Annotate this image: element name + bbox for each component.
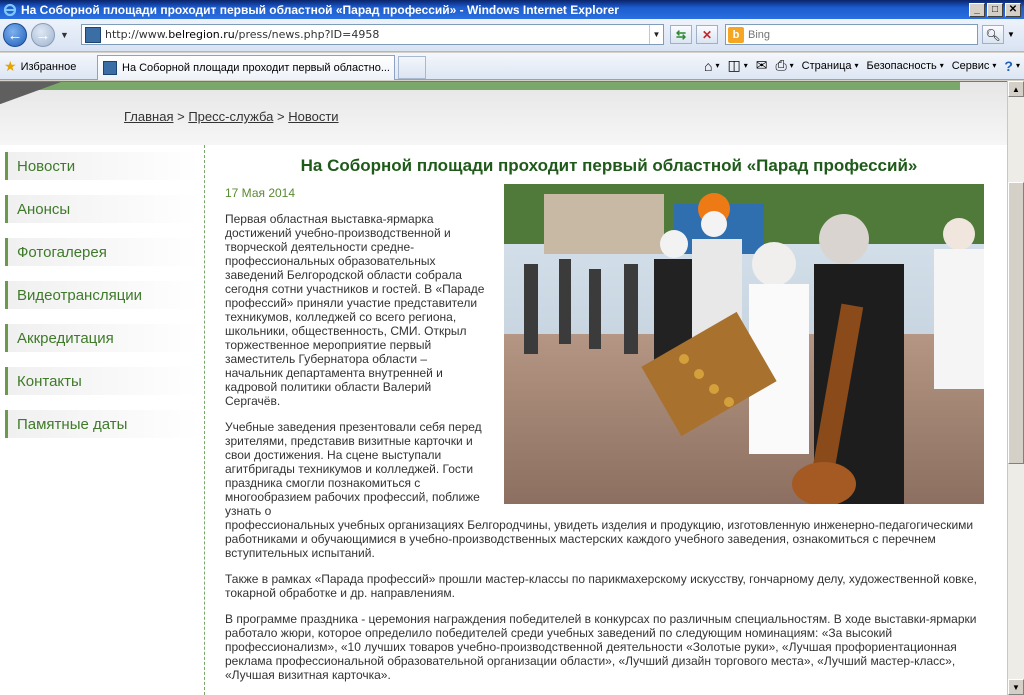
sidebar-menu: Новости Анонсы Фотогалерея Видеотрансляц…: [5, 152, 200, 453]
window-title: На Соборной площади проходит первый обла…: [21, 2, 619, 17]
article-paragraph: В программе праздника - церемония награж…: [225, 612, 977, 682]
favorites-bar: ★ Избранное На Соборной площади проходит…: [0, 53, 1024, 80]
favorites-button[interactable]: ★ Избранное: [4, 58, 76, 75]
header-corner-decoration: [0, 82, 90, 104]
favorites-label: Избранное: [20, 60, 77, 73]
refresh-button[interactable]: ⇆: [670, 25, 692, 44]
back-button[interactable]: ←: [3, 23, 27, 47]
scroll-down-button[interactable]: ▼: [1008, 679, 1024, 695]
print-button[interactable]: ⎙ ▾: [775, 57, 793, 74]
sidebar-item-news[interactable]: Новости: [5, 152, 200, 180]
scroll-thumb[interactable]: [1008, 182, 1024, 464]
search-button[interactable]: 🔍︎: [982, 25, 1004, 44]
feeds-button[interactable]: ◫ ▾: [727, 57, 747, 74]
forward-button[interactable]: →: [31, 23, 55, 47]
safety-menu[interactable]: Безопасность ▾: [867, 60, 944, 72]
stop-button[interactable]: ✕: [696, 25, 718, 44]
mail-icon: ✉: [755, 57, 768, 73]
site-favicon-icon: [85, 26, 101, 43]
close-button[interactable]: ✕: [1005, 2, 1021, 17]
breadcrumb-news-link[interactable]: Новости: [288, 109, 338, 124]
maximize-button[interactable]: □: [987, 2, 1003, 17]
help-icon: ?: [1004, 57, 1013, 74]
address-dropdown-icon[interactable]: ▼: [649, 25, 663, 44]
article-title: На Соборной площади проходит первый обла…: [300, 156, 918, 175]
window-titlebar: На Соборной площади проходит первый обла…: [0, 0, 1024, 19]
home-icon: ⌂: [703, 57, 713, 74]
article-photo: [504, 184, 984, 504]
history-dropdown-icon[interactable]: ▼: [60, 30, 69, 40]
new-tab-button[interactable]: [398, 56, 426, 79]
stop-icon: ✕: [701, 27, 713, 42]
printer-icon: ⎙: [775, 57, 787, 73]
browser-tab[interactable]: На Соборной площади проходит первый обла…: [97, 55, 395, 80]
breadcrumb-home-link[interactable]: Главная: [124, 109, 173, 124]
refresh-icon: ⇆: [675, 27, 687, 42]
minimize-button[interactable]: _: [969, 2, 985, 17]
tab-favicon-icon: [103, 61, 117, 75]
sidebar-item-memorable-dates[interactable]: Памятные даты: [5, 410, 200, 438]
article-paragraph-wrapped: Учебные заведения презентовали себя пере…: [225, 420, 482, 518]
bing-icon: b: [728, 26, 744, 43]
content-divider: [204, 145, 205, 695]
scroll-up-button[interactable]: ▲: [1008, 81, 1024, 97]
sidebar-item-photogallery[interactable]: Фотогалерея: [5, 238, 200, 266]
address-bar[interactable]: http://www.belregion.ru/press/news.php?I…: [81, 24, 664, 45]
page-viewport: Главная > Пресс-служба > Новости Новости…: [0, 81, 1007, 695]
page-menu[interactable]: Страница ▾: [802, 60, 859, 72]
search-box[interactable]: b: [725, 24, 978, 45]
address-url[interactable]: http://www.belregion.ru/press/news.php?I…: [105, 28, 649, 41]
vertical-scrollbar[interactable]: ▲ ▼: [1007, 81, 1024, 695]
article: На Соборной площади проходит первый обла…: [225, 156, 984, 694]
command-bar: ⌂ ▾ ◫ ▾ ✉ ⎙ ▾ Страница ▾ Безопасность ▾ Серви…: [704, 57, 1020, 74]
tools-menu[interactable]: Сервис ▾: [952, 60, 997, 72]
sidebar-item-contacts[interactable]: Контакты: [5, 367, 200, 395]
sidebar-item-video[interactable]: Видеотрансляции: [5, 281, 200, 309]
article-paragraph: Также в рамках «Парада профессий» прошли…: [225, 572, 977, 600]
navigation-bar: ← → ▼ http://www.belregion.ru/press/news…: [0, 19, 1024, 52]
header-decoration: [0, 82, 960, 90]
help-menu[interactable]: ? ▾: [1004, 58, 1020, 74]
favorites-star-icon: ★: [4, 58, 17, 74]
article-paragraph-continued: профессиональных учебных организациях Бе…: [225, 518, 974, 560]
read-mail-button[interactable]: ✉: [756, 57, 768, 74]
home-button[interactable]: ⌂ ▾: [704, 58, 719, 74]
rss-feed-icon: ◫: [727, 57, 741, 73]
tab-label: На Соборной площади проходит первый обла…: [122, 62, 390, 74]
article-paragraph: Первая областная выставка-ярмарка достиж…: [225, 212, 485, 408]
breadcrumb-press-link[interactable]: Пресс-служба: [188, 109, 273, 124]
search-icon: 🔍︎: [985, 27, 1001, 42]
scroll-up-icon: ▲: [1012, 84, 1020, 94]
search-input[interactable]: [748, 28, 968, 41]
scroll-down-icon: ▼: [1012, 682, 1020, 692]
breadcrumb: Главная > Пресс-служба > Новости: [124, 109, 339, 124]
sidebar-item-accreditation[interactable]: Аккредитация: [5, 324, 200, 352]
back-arrow-icon: ←: [7, 26, 23, 44]
page-header-band: Главная > Пресс-служба > Новости: [0, 82, 1007, 145]
sidebar-item-announcements[interactable]: Анонсы: [5, 195, 200, 223]
search-options-dropdown-icon[interactable]: ▼: [1007, 30, 1015, 39]
forward-arrow-icon: →: [35, 26, 51, 44]
internet-explorer-icon: [2, 2, 18, 18]
